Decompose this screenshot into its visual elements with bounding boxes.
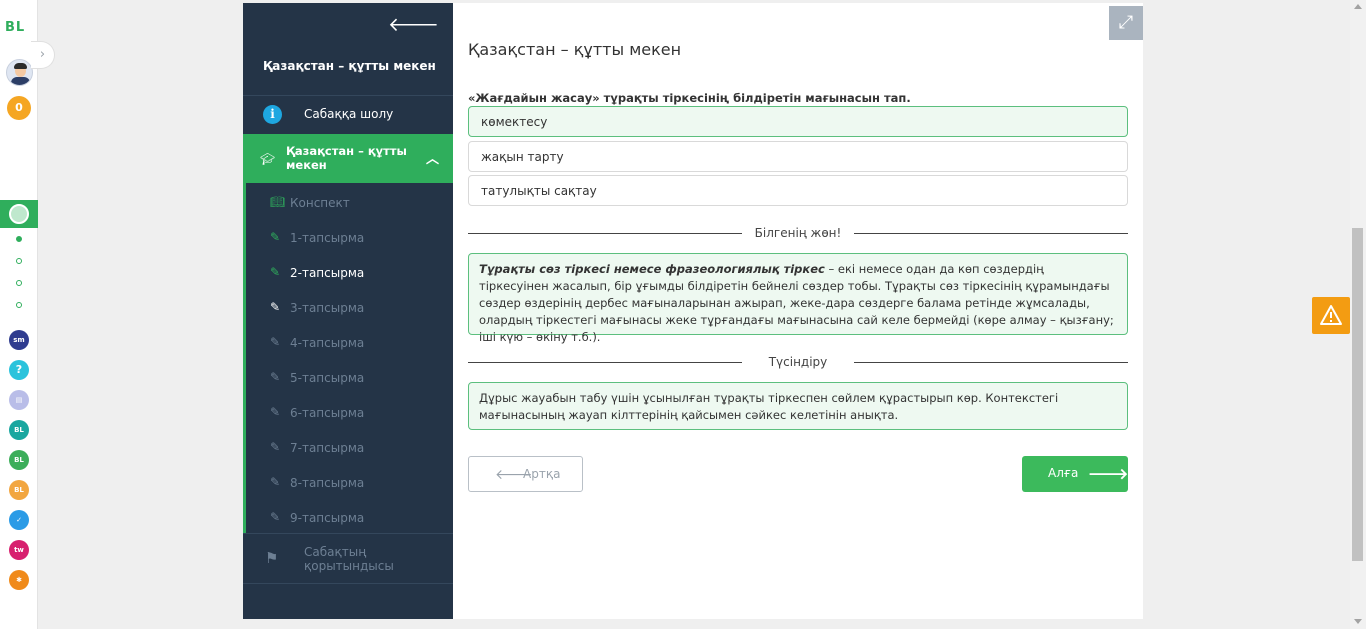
sidebar-item-task-8[interactable]: ✎ 8-тапсырма	[246, 465, 453, 500]
scrollbar-thumb[interactable]	[1352, 228, 1363, 561]
sidebar-lesson-title: Қазақстан – құтты мекен	[263, 59, 436, 73]
sidebar-item-task-3[interactable]: ✎ 3-тапсырма	[246, 290, 453, 325]
user-avatar[interactable]	[6, 59, 33, 86]
explain-box: Дұрыс жауабын табу үшін ұсынылған тұрақт…	[468, 382, 1128, 430]
question-text: «Жағдайын жасау» тұрақты тіркесінің білд…	[468, 91, 911, 105]
test-icon[interactable]: ▤	[9, 390, 29, 410]
back-button-label: Артқа	[523, 467, 561, 481]
flag-icon: ⚑	[265, 549, 279, 567]
sidebar-item-konspekt[interactable]: 📖︎ Конспект	[246, 185, 453, 220]
edit-icon: ✎	[270, 230, 281, 244]
sidebar-task-list: 📖︎ Конспект ✎ 1-тапсырма ✎ 2-тапсырма ✎ …	[243, 183, 453, 533]
sidebar-item-result[interactable]: ⚑ Сабақтың қорытындысы	[243, 534, 453, 584]
scroll-down-icon[interactable]	[1354, 619, 1362, 624]
answer-option-1[interactable]: көмектесу	[468, 106, 1128, 137]
divider	[243, 583, 453, 584]
sidebar-item-task-5[interactable]: ✎ 5-тапсырма	[246, 360, 453, 395]
rail-dot[interactable]	[16, 258, 22, 264]
coins-badge[interactable]: 0	[7, 96, 31, 120]
edit-icon: ✎	[270, 335, 281, 349]
bilimland-icon[interactable]: ✱	[9, 570, 29, 590]
lesson-sidebar: 🡐 Қазақстан – құтты мекен i Сабаққа шолу…	[243, 3, 453, 619]
edit-icon: ✎	[270, 370, 281, 384]
task-panel: ⤢ Қазақстан – құтты мекен «Жағдайын жаса…	[453, 3, 1143, 619]
back-button[interactable]: 🡐 Артқа	[468, 456, 583, 492]
warning-icon	[1320, 305, 1342, 325]
fullscreen-icon[interactable]: ⤢	[1109, 6, 1143, 40]
book-icon: 📖︎	[270, 195, 286, 209]
sidebar-item-task-7[interactable]: ✎ 7-тапсырма	[246, 430, 453, 465]
sidebar-item-label: 6-тапсырма	[290, 406, 365, 420]
sidebar-item-task-4[interactable]: ✎ 4-тапсырма	[246, 325, 453, 360]
graduation-cap-icon: 🎓︎	[260, 152, 276, 166]
sidebar-item-task-2[interactable]: ✎ 2-тапсырма	[246, 255, 453, 290]
sidebar-item-label: 9-тапсырма	[290, 511, 365, 525]
next-button[interactable]: Алға 🡒	[1022, 456, 1128, 492]
bilimstep-icon[interactable]: BL	[9, 480, 29, 500]
know-divider: Білгенің жөн!	[468, 226, 1128, 240]
explain-divider: Түсіндіру	[468, 355, 1128, 369]
sidebar-item-task-9[interactable]: ✎ 9-тапсырма	[246, 500, 453, 535]
edit-icon: ✎	[270, 300, 281, 314]
know-term: Тұрақты сөз тіркесі немесе фразеологиялы…	[479, 262, 825, 276]
page-title: Қазақстан – құтты мекен	[468, 40, 682, 59]
chevron-up-icon[interactable]: ︿	[426, 148, 439, 167]
sidebar-item-label: 2-тапсырма	[290, 266, 365, 280]
sidebar-item-label: 8-тапсырма	[290, 476, 365, 490]
edit-icon: ✎	[270, 510, 281, 524]
sidebar-item-label: 7-тапсырма	[290, 441, 365, 455]
sidebar-item-lesson[interactable]: 🎓︎ Қазақстан – құтты мекен ︿	[243, 134, 453, 183]
sidebar-item-label: Қазақстан – құтты мекен	[286, 144, 407, 172]
info-icon: i	[263, 105, 282, 124]
explain-heading: Түсіндіру	[768, 355, 828, 369]
bilim-green-icon[interactable]: BL	[9, 450, 29, 470]
edit-icon: ✎	[270, 440, 281, 454]
next-button-label: Алға	[1048, 466, 1079, 480]
sidebar-item-overview[interactable]: i Сабаққа шолу	[243, 96, 453, 134]
know-heading: Білгенің жөн!	[754, 226, 842, 240]
rail-item-active-lesson[interactable]	[0, 200, 38, 228]
sidebar-item-label: Конспект	[290, 196, 350, 210]
sidebar-item-label: 1-тапсырма	[290, 231, 365, 245]
arrow-right-icon: 🡒	[1088, 465, 1129, 483]
bl-logo[interactable]: BL	[5, 20, 25, 35]
tasks-icon[interactable]: ✓	[9, 510, 29, 530]
rail-dot[interactable]	[16, 280, 22, 286]
edit-icon: ✎	[270, 475, 281, 489]
sidebar-item-task-6[interactable]: ✎ 6-тапсырма	[246, 395, 453, 430]
rail-dot[interactable]	[16, 236, 22, 242]
sidebar-item-label: 5-тапсырма	[290, 371, 365, 385]
rail-dot[interactable]	[16, 302, 22, 308]
answer-option-3[interactable]: татулықты сақтау	[468, 175, 1128, 206]
sidebar-item-label: 4-тапсырма	[290, 336, 365, 350]
page-scrollbar[interactable]	[1350, 0, 1366, 629]
sidebar-item-label: Сабаққа шолу	[304, 107, 394, 121]
help-icon[interactable]: ?	[9, 360, 29, 380]
edit-icon: ✎	[270, 265, 281, 279]
left-rail: BL 0 sm ? ▤ BL BL BL ✓ tw ✱	[0, 0, 38, 629]
know-box: Тұрақты сөз тіркесі немесе фразеологиялы…	[468, 253, 1128, 344]
sidebar-item-task-1[interactable]: ✎ 1-тапсырма	[246, 220, 453, 255]
sidebar-item-label: Сабақтың қорытындысы	[304, 545, 394, 573]
scroll-up-icon[interactable]	[1354, 4, 1362, 9]
lesson-app-icon	[9, 204, 29, 224]
rail-toggle-chevron-icon[interactable]: ›	[31, 41, 55, 69]
bilim-icon[interactable]: BL	[9, 420, 29, 440]
back-arrow-icon[interactable]: 🡐	[388, 13, 439, 36]
sidebar-item-label: 3-тапсырма	[290, 301, 365, 315]
edit-icon: ✎	[270, 405, 281, 419]
report-warning-button[interactable]	[1312, 297, 1350, 334]
answer-option-2[interactable]: жақын тарту	[468, 141, 1128, 172]
twig-icon[interactable]: tw	[9, 540, 29, 560]
smart-lesson-icon[interactable]: sm	[9, 330, 29, 350]
